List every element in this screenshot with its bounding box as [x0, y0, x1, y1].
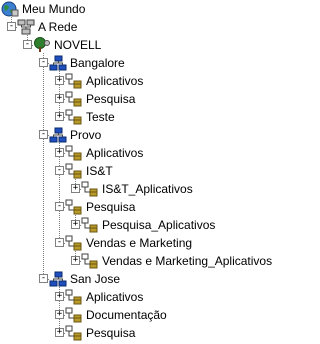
- org-unit-icon: [65, 199, 83, 215]
- tree-item-label: Pesquisa: [86, 200, 136, 214]
- tree-item-a-rede[interactable]: - A Rede: [0, 18, 297, 36]
- tree-item-provo[interactable]: - Provo: [0, 126, 297, 144]
- org-unit-icon: [65, 91, 83, 107]
- org-unit-icon: [81, 217, 99, 233]
- tree-item-label: NOVELL: [54, 38, 102, 52]
- collapse-button[interactable]: -: [7, 22, 16, 31]
- tree-item-san-jose[interactable]: - San Jose: [0, 270, 297, 288]
- org-unit-icon: [65, 289, 83, 305]
- tree-item-label: Aplicativos: [86, 290, 144, 304]
- tree-item-provo-aplicativos[interactable]: + Aplicativos: [0, 144, 297, 162]
- collapse-button[interactable]: -: [39, 130, 48, 139]
- network-icon: [17, 19, 35, 35]
- tree-item-san-jose-documentacao[interactable]: + Documentação: [0, 306, 297, 324]
- tree-item-label: IS&T: [86, 164, 113, 178]
- collapse-button[interactable]: -: [39, 274, 48, 283]
- tree-item-provo-pesquisa[interactable]: - Pesquisa: [0, 198, 297, 216]
- expand-button[interactable]: +: [71, 256, 80, 265]
- tree-item-bangalore-pesquisa[interactable]: + Pesquisa: [0, 90, 297, 108]
- tree-item-label: Vendas e Marketing: [86, 236, 193, 250]
- tree-item-san-jose-pesquisa[interactable]: + Pesquisa: [0, 324, 297, 342]
- expand-button[interactable]: +: [55, 328, 64, 337]
- tree-item-label: Pesquisa: [86, 92, 136, 106]
- tree-item-label: Aplicativos: [86, 74, 144, 88]
- collapse-button[interactable]: -: [55, 238, 64, 247]
- expand-button[interactable]: +: [55, 310, 64, 319]
- expand-button[interactable]: +: [55, 292, 64, 301]
- collapse-button[interactable]: -: [55, 166, 64, 175]
- expand-button[interactable]: +: [55, 94, 64, 103]
- org-unit-icon: [65, 109, 83, 125]
- tree-item-label: IS&T_Aplicativos: [102, 182, 193, 196]
- tree-item-label: Bangalore: [70, 56, 125, 70]
- tree-item-label: Pesquisa_Aplicativos: [102, 218, 216, 232]
- organization-icon: [49, 271, 67, 287]
- org-unit-icon: [65, 325, 83, 341]
- tree-item-novell[interactable]: - NOVELL: [0, 36, 297, 54]
- tree-item-label: Pesquisa: [86, 326, 136, 340]
- org-unit-icon: [65, 73, 83, 89]
- tree-item-label: Teste: [86, 110, 115, 124]
- tree-item-vendas-e-marketing[interactable]: - Vendas e Marketing: [0, 234, 297, 252]
- tree-item-pesquisa-aplicativos[interactable]: + Pesquisa_Aplicativos: [0, 216, 297, 234]
- tree-icon: [33, 37, 51, 53]
- org-unit-icon: [65, 307, 83, 323]
- tree-item-label: San Jose: [70, 272, 121, 286]
- expand-button[interactable]: +: [71, 220, 80, 229]
- tree-item-label: Aplicativos: [86, 146, 144, 160]
- expand-button[interactable]: +: [71, 184, 80, 193]
- tree-item-label: Vendas e Marketing_Aplicativos: [102, 254, 273, 268]
- org-unit-icon: [65, 163, 83, 179]
- tree-item-bangalore[interactable]: - Bangalore: [0, 54, 297, 72]
- expand-button[interactable]: +: [55, 112, 64, 121]
- directory-tree: Meu Mundo - A Rede - NOVELL - Bangalore + Aplica…: [0, 0, 297, 343]
- expand-button[interactable]: +: [55, 148, 64, 157]
- collapse-button[interactable]: -: [23, 40, 32, 49]
- tree-item-san-jose-aplicativos[interactable]: + Aplicativos: [0, 288, 297, 306]
- tree-item-label: Provo: [70, 128, 102, 142]
- tree-item-bangalore-aplicativos[interactable]: + Aplicativos: [0, 72, 297, 90]
- tree-item-vendas-e-marketing-aplicativos[interactable]: + Vendas e Marketing_Aplicativos: [0, 252, 297, 270]
- collapse-button[interactable]: -: [55, 202, 64, 211]
- tree-item-label: Meu Mundo: [22, 2, 86, 16]
- organization-icon: [49, 127, 67, 143]
- globe-icon: [1, 1, 19, 17]
- organization-icon: [49, 55, 67, 71]
- expand-button[interactable]: +: [55, 76, 64, 85]
- tree-item-bangalore-teste[interactable]: + Teste: [0, 108, 297, 126]
- org-unit-icon: [81, 181, 99, 197]
- tree-item-label: A Rede: [38, 20, 78, 34]
- collapse-button[interactable]: -: [39, 58, 48, 67]
- org-unit-icon: [65, 235, 83, 251]
- tree-item-label: Documentação: [86, 308, 167, 322]
- tree-item-provo-ist[interactable]: - IS&T: [0, 162, 297, 180]
- org-unit-icon: [65, 145, 83, 161]
- org-unit-icon: [81, 253, 99, 269]
- tree-item-ist-aplicativos[interactable]: + IS&T_Aplicativos: [0, 180, 297, 198]
- tree-item-meu-mundo[interactable]: Meu Mundo: [0, 0, 297, 18]
